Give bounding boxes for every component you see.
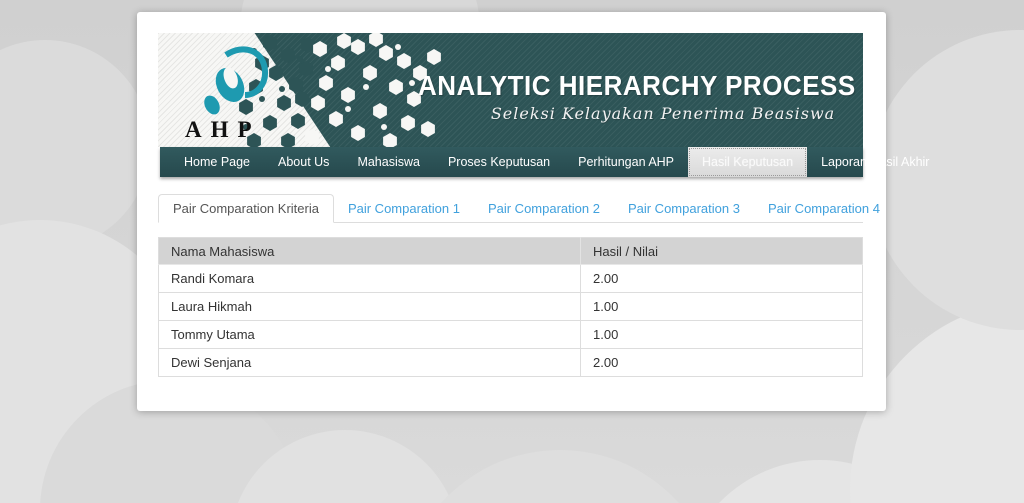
- tab-pair-comparation-1[interactable]: Pair Comparation 1: [334, 194, 474, 223]
- tab-pair-comparation-3[interactable]: Pair Comparation 3: [614, 194, 754, 223]
- student-name-cell: Randi Komara: [158, 264, 581, 293]
- background-cloud: [0, 40, 150, 250]
- ahp-logo-icon: [204, 46, 269, 115]
- student-name-cell: Dewi Senjana: [158, 348, 581, 377]
- table-row: Tommy Utama 1.00: [158, 320, 863, 349]
- banner-title-block: ANALYTIC HIERARCHY PROCESS Seleksi Kelay…: [418, 69, 856, 123]
- nav-item-home-page[interactable]: Home Page: [170, 147, 264, 177]
- nav-item-hasil-keputusan[interactable]: Hasil Keputusan: [688, 147, 808, 177]
- student-name-cell: Laura Hikmah: [158, 292, 581, 321]
- app-title: ANALYTIC HIERARCHY PROCESS: [418, 69, 856, 102]
- ahp-logo-text: AHP: [185, 117, 261, 142]
- tab-pair-comparation-kriteria[interactable]: Pair Comparation Kriteria: [158, 194, 334, 223]
- result-value-cell: 1.00: [580, 292, 863, 321]
- desktop-background: { "banner": { "logo_text": "AHP", "title…: [0, 0, 1024, 503]
- column-header-nama-mahasiswa: Nama Mahasiswa: [158, 237, 581, 265]
- table-row: Dewi Senjana 2.00: [158, 348, 863, 377]
- table-row: Laura Hikmah 1.00: [158, 292, 863, 321]
- main-nav: Home Page About Us Mahasiswa Proses Keputus…: [160, 147, 929, 177]
- background-cloud: [400, 450, 720, 503]
- column-header-hasil-nilai: Hasil / Nilai: [580, 237, 863, 265]
- app-banner: AHP ANALYTIC HIERARCHY PROCESS Seleksi K…: [158, 33, 863, 147]
- results-table: Nama Mahasiswa Hasil / Nilai Randi Komara…: [158, 237, 863, 377]
- student-name-cell: Tommy Utama: [158, 320, 581, 349]
- app-subtitle: Seleksi Kelayakan Penerima Beasiswa: [490, 104, 836, 123]
- nav-item-about-us[interactable]: About Us: [264, 147, 343, 177]
- tab-bar: Pair Comparation Kriteria Pair Comparatio…: [158, 194, 880, 223]
- tab-pair-comparation-4[interactable]: Pair Comparation 4: [754, 194, 894, 223]
- page-card: AHP ANALYTIC HIERARCHY PROCESS Seleksi K…: [137, 12, 929, 411]
- nav-item-laporan-hasil-akhir[interactable]: Laporan Hasil Akhir: [807, 147, 943, 177]
- table-header-row: Nama Mahasiswa Hasil / Nilai: [158, 237, 863, 265]
- table-row: Randi Komara 2.00: [158, 264, 863, 293]
- nav-item-mahasiswa[interactable]: Mahasiswa: [343, 147, 434, 177]
- result-value-cell: 2.00: [580, 264, 863, 293]
- result-value-cell: 2.00: [580, 348, 863, 377]
- nav-item-perhitungan-ahp[interactable]: Perhitungan AHP: [564, 147, 688, 177]
- tab-pair-comparation-2[interactable]: Pair Comparation 2: [474, 194, 614, 223]
- nav-item-proses-keputusan[interactable]: Proses Keputusan: [434, 147, 564, 177]
- result-value-cell: 1.00: [580, 320, 863, 349]
- background-cloud: [870, 30, 1024, 330]
